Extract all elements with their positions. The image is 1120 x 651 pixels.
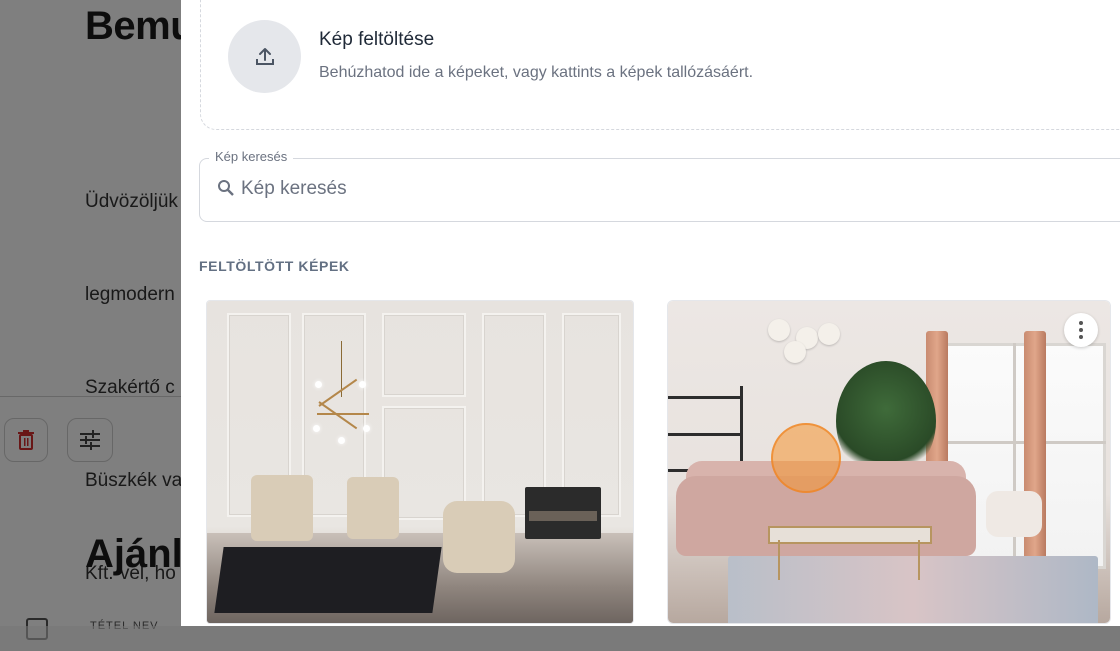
classic-room-image bbox=[207, 301, 633, 623]
more-vertical-icon bbox=[1079, 321, 1083, 339]
click-indicator bbox=[771, 423, 841, 493]
image-menu-button[interactable] bbox=[1064, 313, 1098, 347]
upload-title: Kép feltöltése bbox=[319, 29, 435, 50]
image-picker-drawer: Kép feltöltése Behúzhatod ide a képeket,… bbox=[181, 0, 1120, 626]
living-room-image bbox=[668, 301, 1110, 623]
image-card[interactable] bbox=[667, 300, 1111, 624]
search-icon bbox=[218, 180, 234, 196]
image-card[interactable] bbox=[206, 300, 634, 624]
upload-icon-button[interactable] bbox=[228, 20, 301, 93]
search-input[interactable] bbox=[241, 174, 841, 204]
search-label: Kép keresés bbox=[209, 149, 294, 164]
uploaded-images-heading: FELTÖLTÖTT KÉPEK bbox=[199, 258, 350, 274]
upload-icon bbox=[255, 47, 274, 65]
upload-subtitle: Behúzhatod ide a képeket, vagy kattints … bbox=[319, 64, 754, 81]
